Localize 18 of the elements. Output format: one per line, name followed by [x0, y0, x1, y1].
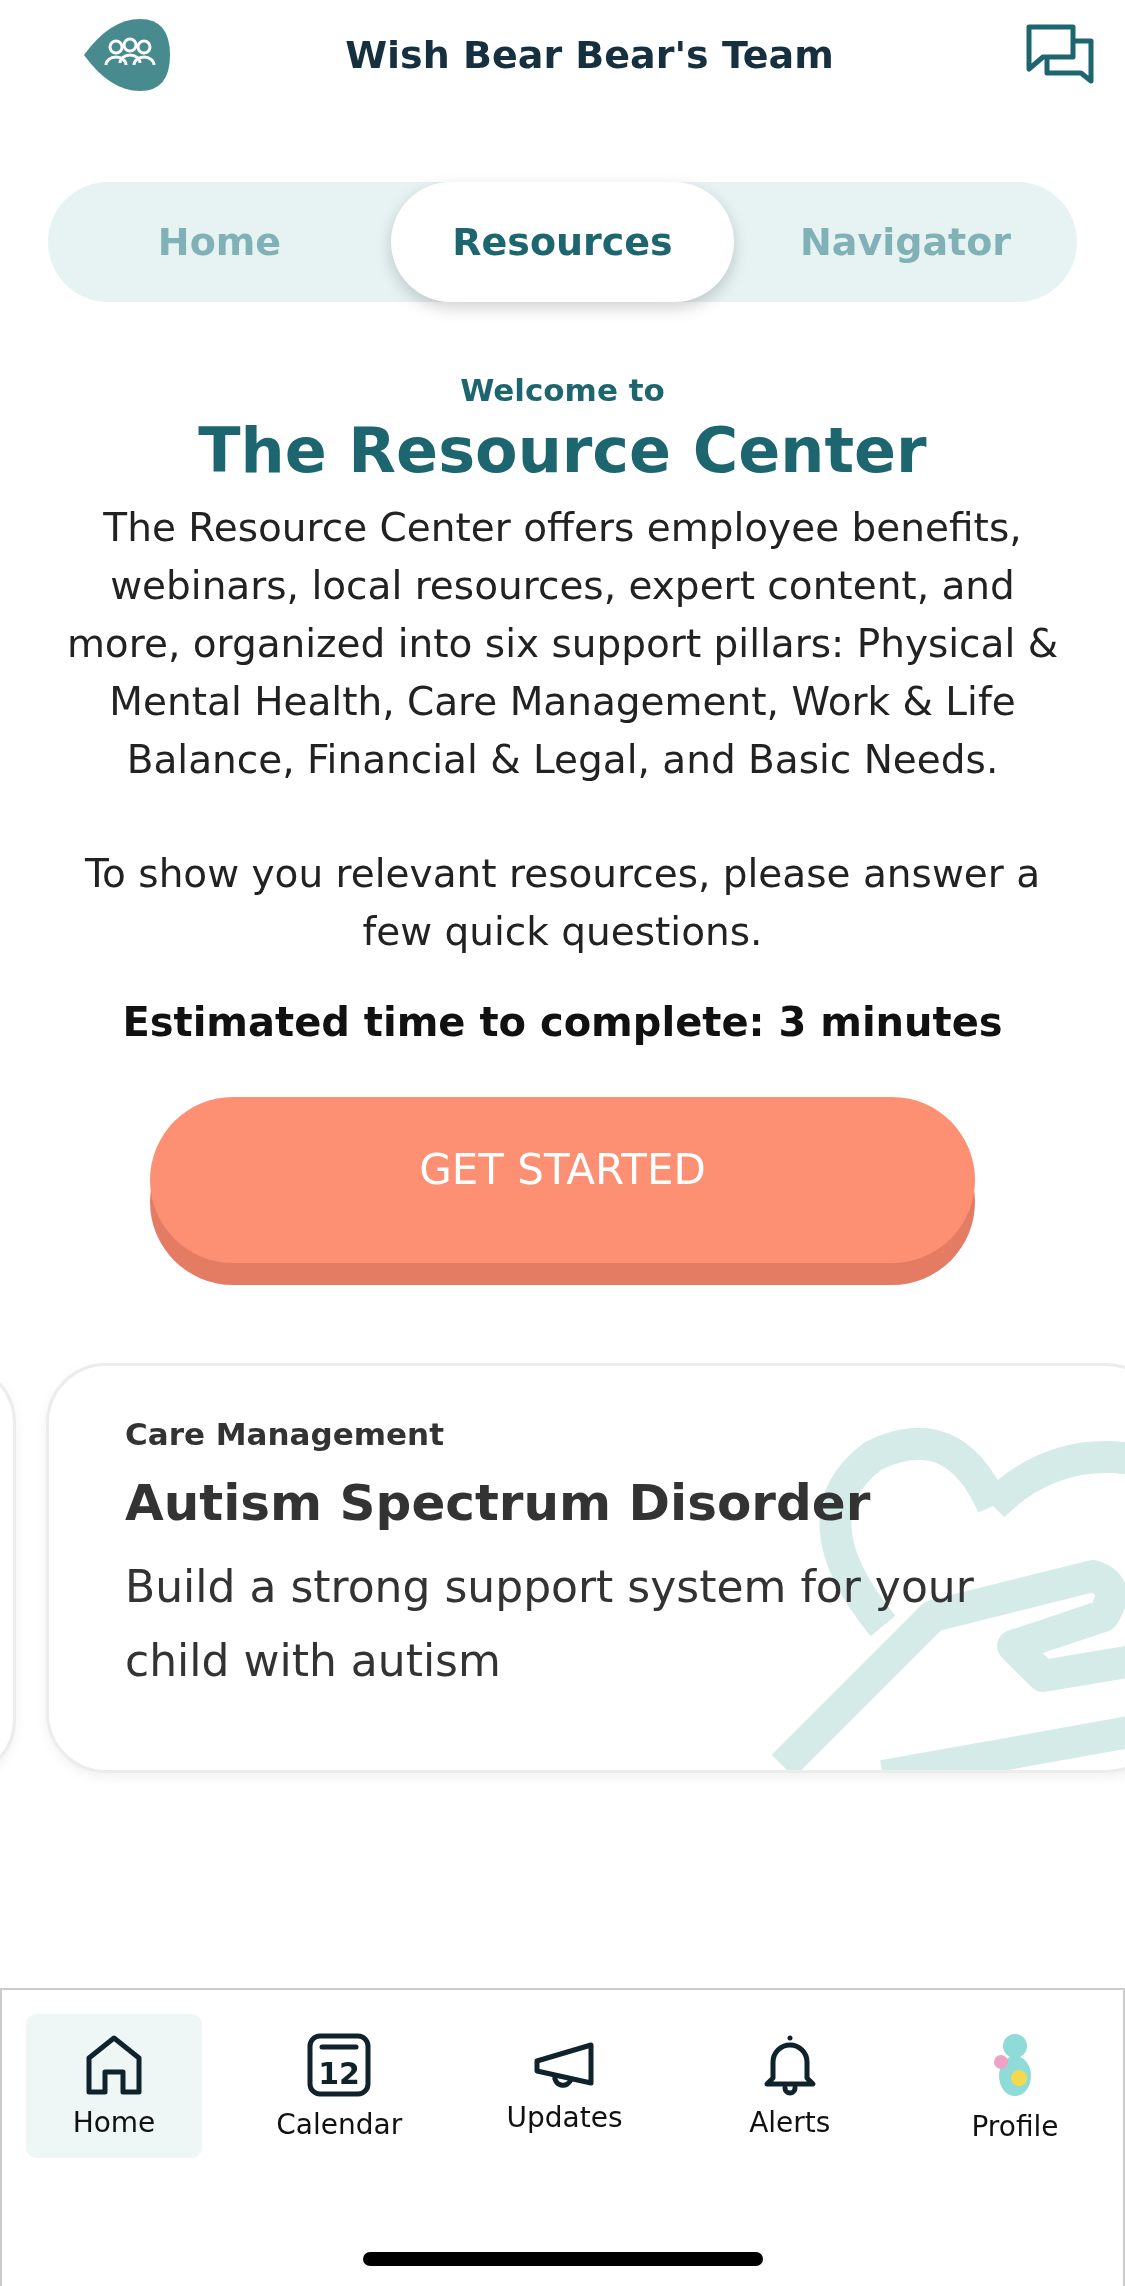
tab[interactable]: Resources: [391, 182, 734, 302]
card-title: Autism Spectrum Disorder: [125, 1474, 872, 1532]
nav-item[interactable]: Home: [26, 2014, 202, 2158]
nav-item[interactable]: Updates: [476, 2014, 653, 2158]
resource-card[interactable]: Care Management Autism Spectrum Disorder Build a strong support system for your child with autism: [46, 1363, 1125, 1773]
nav-item[interactable]: Alerts: [701, 2014, 878, 2158]
nav-item[interactable]: 12 Calendar: [251, 2014, 428, 2158]
estimated-time: Estimated time to complete: 3 minutes: [122, 999, 1003, 1045]
card-category: Care Management: [125, 1416, 445, 1452]
calendar-icon: 12: [306, 2031, 373, 2098]
home-icon: [85, 2033, 143, 2096]
page-title: The Resource Center: [198, 414, 927, 487]
welcome-label: Welcome to: [460, 372, 665, 408]
intro-paragraph: To show you relevant resources, please answer a few quick questions.: [83, 850, 1042, 956]
team-title: Wish Bear Bear's Team: [345, 33, 834, 77]
intro-paragraph: The Resource Center offers employee benefits, webinars, local resources, expert content, and more, organized into six support pillars: Physical & Mental Health, Care Management, Work & Life Balance, Financial & Legal, and Basic Needs.: [65, 504, 1060, 784]
nav-item[interactable]: Profile: [927, 2014, 1103, 2158]
card-description: Build a strong support system for your child with autism: [125, 1560, 975, 1688]
